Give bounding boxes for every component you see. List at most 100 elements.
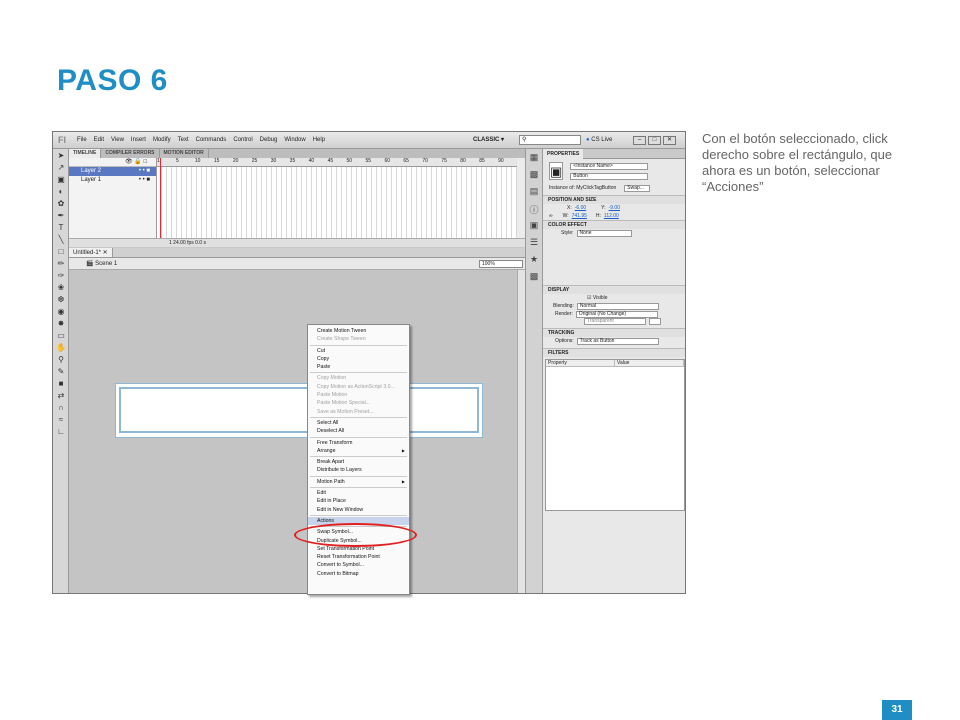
paint-bucket-tool-icon[interactable]: ◉ [55, 306, 67, 317]
menu-item-window[interactable]: Window [284, 137, 305, 143]
context-item-cut[interactable]: Cut [308, 347, 409, 355]
smooth-icon[interactable]: ≈ [55, 414, 67, 425]
context-item-motion-path[interactable]: Motion Path [308, 478, 409, 487]
zoom-select[interactable]: 100% [479, 260, 523, 268]
options-select[interactable]: Track as Button [576, 337, 659, 345]
x-value[interactable]: -6.00 [575, 204, 586, 212]
pencil-tool-icon[interactable]: ✏ [55, 258, 67, 269]
properties-tab[interactable]: PROPERTIES [543, 149, 584, 159]
text-tool-icon[interactable]: T [55, 222, 67, 233]
context-item-arrange[interactable]: Arrange [308, 447, 409, 456]
document-tab[interactable]: Untitled-1* ✕ [69, 248, 113, 257]
eyedropper-tool-icon[interactable]: ✸ [55, 318, 67, 329]
render-select[interactable]: Original (No Change) [575, 310, 658, 318]
cs-live-button[interactable]: ● CS Live [586, 137, 612, 143]
context-item-break-apart[interactable]: Break Apart [308, 458, 409, 466]
context-item-select-all[interactable]: Select All [308, 419, 409, 427]
library-panel-icon[interactable]: ☰ [526, 237, 542, 251]
context-item-deselect-all[interactable]: Deselect All [308, 427, 409, 435]
swap-colors-icon[interactable]: ⇄ [55, 390, 67, 401]
rectangle-tool-icon[interactable]: □ [55, 246, 67, 257]
timeline-tab-1[interactable]: COMPILER ERRORS [101, 149, 160, 158]
color-panel-icon[interactable]: ▦ [526, 152, 542, 166]
visible-checkbox[interactable]: ☑ [587, 294, 591, 302]
motion-presets-icon[interactable]: ★ [526, 254, 542, 268]
search-input[interactable]: ⚲ [519, 135, 581, 145]
bg-color-swatch[interactable] [649, 318, 661, 325]
context-item-create-motion-tween[interactable]: Create Motion Tween [308, 327, 409, 335]
timeline-tab-0[interactable]: TIMELINE [69, 149, 102, 158]
context-item-edit-in-new-window[interactable]: Edit in New Window [308, 506, 409, 514]
menu-item-modify[interactable]: Modify [153, 137, 171, 143]
context-item-convert-to-symbol[interactable]: Convert to Symbol... [308, 561, 409, 569]
close-button[interactable]: ✕ [663, 136, 676, 145]
fill-color-icon[interactable]: ■ [55, 378, 67, 389]
free-transform-tool-icon[interactable]: ▣ [55, 174, 67, 185]
h-value[interactable]: 112.00 [604, 212, 619, 220]
zoom-tool-icon[interactable]: ⚲ [55, 354, 67, 365]
stage-canvas[interactable] [115, 383, 483, 438]
info-panel-icon[interactable]: ⓘ [526, 203, 542, 217]
stage-scrollbar[interactable] [517, 270, 525, 593]
color-effect-header[interactable]: COLOR EFFECT [543, 220, 685, 229]
layer-status-icons[interactable]: • • ■ [139, 176, 150, 185]
outline-icon[interactable]: □ [143, 159, 147, 165]
straighten-icon[interactable]: ∟ [55, 426, 67, 437]
context-item-edit[interactable]: Edit [308, 489, 409, 497]
menu-item-debug[interactable]: Debug [260, 137, 278, 143]
swatches-panel-icon[interactable]: ▩ [526, 169, 542, 183]
menu-item-insert[interactable]: Insert [131, 137, 146, 143]
minimize-button[interactable]: – [633, 136, 646, 145]
workspace-switcher[interactable]: CLASSIC ▾ [473, 136, 504, 143]
scene-breadcrumb[interactable]: 🎬 Scene 1 [86, 260, 117, 267]
menu-item-text[interactable]: Text [178, 137, 189, 143]
context-item-copy[interactable]: Copy [308, 355, 409, 363]
selection-tool-icon[interactable]: ➤ [55, 150, 67, 161]
context-item-convert-to-bitmap[interactable]: Convert to Bitmap [308, 570, 409, 578]
menu-item-view[interactable]: View [111, 137, 124, 143]
display-header[interactable]: DISPLAY [543, 285, 685, 294]
link-icon[interactable]: ∞ [549, 212, 553, 220]
menu-item-file[interactable]: File [77, 137, 87, 143]
filters-header[interactable]: FILTERS [543, 348, 685, 357]
context-item-reset-transformation-point[interactable]: Reset Transformation Point [308, 553, 409, 561]
eraser-tool-icon[interactable]: ▭ [55, 330, 67, 341]
align-panel-icon[interactable]: ▤ [526, 186, 542, 200]
playhead[interactable] [160, 158, 161, 238]
layer-status-icons[interactable]: • • ■ [139, 167, 150, 176]
hand-tool-icon[interactable]: ✋ [55, 342, 67, 353]
pen-tool-icon[interactable]: ✒ [55, 210, 67, 221]
menu-item-help[interactable]: Help [313, 137, 325, 143]
transform-panel-icon[interactable]: ▣ [526, 220, 542, 234]
symbol-type-select[interactable]: Button [570, 173, 649, 180]
brush-tool-icon[interactable]: ✑ [55, 270, 67, 281]
instance-name-field[interactable]: <Instance Name> [570, 163, 649, 170]
snap-icon[interactable]: ∩ [55, 402, 67, 413]
layer-row[interactable]: Layer 1 • • ■ [69, 176, 156, 185]
stroke-color-icon[interactable]: ✎ [55, 366, 67, 377]
render-bg-select[interactable]: Transparent [584, 318, 646, 325]
context-item-free-transform[interactable]: Free Transform [308, 439, 409, 447]
eye-icon[interactable]: 👁 [125, 159, 133, 165]
subselection-tool-icon[interactable]: ↗ [55, 162, 67, 173]
menu-item-control[interactable]: Control [233, 137, 252, 143]
button-instance[interactable] [119, 387, 479, 433]
style-select[interactable]: None [576, 229, 632, 237]
context-item-distribute-to-layers[interactable]: Distribute to Layers [308, 466, 409, 474]
swap-button[interactable]: Swap... [624, 184, 651, 192]
position-size-header[interactable]: POSITION AND SIZE [543, 195, 685, 204]
frame-ruler[interactable]: 1 5 10 15 20 25 30 35 40 45 50 55 60 65 70 75 80 85 90 [157, 158, 517, 167]
bone-tool-icon[interactable]: ❆ [55, 294, 67, 305]
frame-grid[interactable]: 1 5 10 15 20 25 30 35 40 45 50 55 60 65 70 75 80 85 90 [157, 158, 517, 238]
maximize-button[interactable]: □ [648, 136, 661, 145]
menu-item-edit[interactable]: Edit [94, 137, 104, 143]
context-item-paste[interactable]: Paste [308, 363, 409, 371]
components-icon[interactable]: ▩ [526, 271, 542, 285]
blending-select[interactable]: Normal [576, 302, 659, 310]
context-item-edit-in-place[interactable]: Edit in Place [308, 497, 409, 505]
y-value[interactable]: -9.00 [609, 204, 620, 212]
3d-rotation-tool-icon[interactable]: ◐ [55, 186, 67, 197]
filters-table[interactable]: Property Value [545, 359, 685, 511]
lasso-tool-icon[interactable]: ✿ [55, 198, 67, 209]
line-tool-icon[interactable]: ╲ [55, 234, 67, 245]
